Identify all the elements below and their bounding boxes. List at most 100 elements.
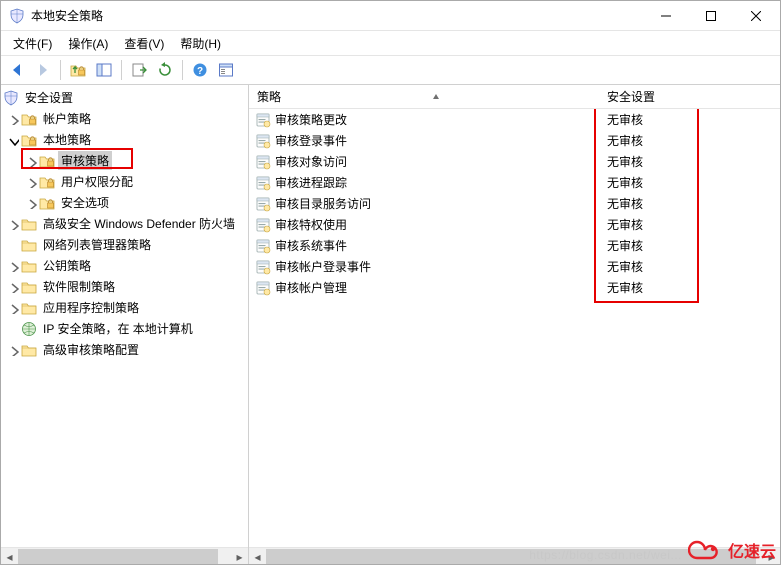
tree-item-defender-firewall[interactable]: 高级安全 Windows Defender 防火墙 — [1, 213, 248, 234]
window-frame: 本地安全策略 文件(F) 操作(A) 查看(V) 帮助(H) — [0, 0, 781, 565]
expander-icon[interactable] — [5, 258, 21, 274]
policy-icon — [255, 133, 271, 149]
expander-icon[interactable] — [5, 342, 21, 358]
tree-item-label: 公钥策略 — [40, 256, 94, 275]
list-cell-setting: 无审核 — [607, 197, 643, 211]
list-cell-setting: 无审核 — [607, 113, 643, 127]
list-row[interactable]: 审核目录服务访问 无审核 — [249, 193, 780, 214]
tree-item-label: 本地策略 — [40, 130, 94, 149]
folder-icon — [21, 342, 37, 358]
up-button[interactable] — [66, 58, 90, 82]
scrollbar-thumb[interactable] — [18, 549, 218, 564]
scroll-left-icon[interactable]: ◂ — [249, 548, 266, 565]
menu-view[interactable]: 查看(V) — [118, 33, 170, 54]
tree-item-ipsec[interactable]: IP 安全策略，在 本地计算机 — [1, 318, 248, 339]
folder-icon — [39, 174, 55, 190]
list-pane: 策略 安全设置 审核策略更改 无审核 审核登录事件 无审核 — [249, 85, 780, 564]
list-row[interactable]: 审核对象访问 无审核 — [249, 151, 780, 172]
expander-icon[interactable] — [5, 111, 21, 127]
tree-item-label: 审核策略 — [58, 151, 112, 170]
folder-icon — [21, 258, 37, 274]
tree-item-account-policies[interactable]: 帐户策略 — [1, 108, 248, 129]
sort-ascending-icon — [281, 93, 591, 101]
tree-horizontal-scrollbar[interactable]: ◂ ▸ — [1, 547, 248, 564]
list-cell-policy: 审核目录服务访问 — [275, 195, 371, 212]
list-cell-policy: 审核帐户登录事件 — [275, 258, 371, 275]
policy-icon — [255, 196, 271, 212]
list-header: 策略 安全设置 — [249, 85, 780, 109]
list-cell-setting: 无审核 — [607, 239, 643, 253]
globe-icon — [21, 321, 37, 337]
menu-action[interactable]: 操作(A) — [62, 33, 114, 54]
list-cell-setting: 无审核 — [607, 260, 643, 274]
scroll-right-icon[interactable]: ▸ — [231, 548, 248, 565]
policy-icon — [255, 112, 271, 128]
tree-view[interactable]: 安全设置 帐户策略 本地策略 — [1, 85, 248, 547]
tree-item-app-control[interactable]: 应用程序控制策略 — [1, 297, 248, 318]
list-row[interactable]: 审核特权使用 无审核 — [249, 214, 780, 235]
tree-pane: 安全设置 帐户策略 本地策略 — [1, 85, 249, 564]
expander-icon[interactable] — [5, 216, 21, 232]
tree-item-label: 网络列表管理器策略 — [40, 235, 154, 254]
expander-icon[interactable] — [23, 174, 39, 190]
list-cell-setting: 无审核 — [607, 218, 643, 232]
expander-icon[interactable] — [5, 279, 21, 295]
tree-item-network-list[interactable]: 网络列表管理器策略 — [1, 234, 248, 255]
tree-item-audit-policy[interactable]: 审核策略 — [1, 150, 248, 171]
list-row[interactable]: 审核进程跟踪 无审核 — [249, 172, 780, 193]
toolbar-separator — [60, 60, 61, 80]
watermark-url: https://blog.csdn.net/wei... — [529, 548, 682, 562]
tree-item-local-policies[interactable]: 本地策略 — [1, 129, 248, 150]
column-header-setting[interactable]: 安全设置 — [599, 88, 780, 105]
export-button[interactable] — [127, 58, 151, 82]
tree-item-security-options[interactable]: 安全选项 — [1, 192, 248, 213]
tree-item-label: IP 安全策略，在 本地计算机 — [40, 319, 196, 338]
list-row[interactable]: 审核登录事件 无审核 — [249, 130, 780, 151]
list-cell-policy: 审核登录事件 — [275, 132, 347, 149]
tree-item-software-restriction[interactable]: 软件限制策略 — [1, 276, 248, 297]
tree-item-label: 安全选项 — [58, 193, 112, 212]
show-hide-tree-button[interactable] — [92, 58, 116, 82]
expander-icon[interactable] — [5, 300, 21, 316]
list-row[interactable]: 审核策略更改 无审核 — [249, 109, 780, 130]
close-button[interactable] — [733, 1, 778, 30]
titlebar: 本地安全策略 — [1, 1, 780, 31]
tree-item-public-key[interactable]: 公钥策略 — [1, 255, 248, 276]
expander-icon[interactable] — [23, 195, 39, 211]
tree-item-label: 帐户策略 — [40, 109, 94, 128]
expander-down-icon[interactable] — [5, 132, 21, 148]
tree-item-label: 高级安全 Windows Defender 防火墙 — [40, 214, 238, 233]
toolbar-separator — [121, 60, 122, 80]
minimize-button[interactable] — [643, 1, 688, 30]
watermark-area: https://blog.csdn.net/wei... 亿速云 — [529, 538, 776, 562]
menu-help[interactable]: 帮助(H) — [174, 33, 227, 54]
expander-icon[interactable] — [23, 153, 39, 169]
list-cell-policy: 审核策略更改 — [275, 111, 347, 128]
tree-item-label: 软件限制策略 — [40, 277, 118, 296]
column-header-policy[interactable]: 策略 — [249, 88, 599, 105]
list-row[interactable]: 审核帐户管理 无审核 — [249, 277, 780, 298]
tree-item-adv-audit[interactable]: 高级审核策略配置 — [1, 339, 248, 360]
brand-text: 亿速云 — [728, 538, 776, 562]
policy-icon — [255, 217, 271, 233]
tree-item-label: 用户权限分配 — [58, 172, 136, 191]
toolbar-separator — [182, 60, 183, 80]
list-cell-setting: 无审核 — [607, 281, 643, 295]
column-header-setting-label: 安全设置 — [607, 90, 655, 104]
menu-file[interactable]: 文件(F) — [7, 33, 58, 54]
list-row[interactable]: 审核系统事件 无审核 — [249, 235, 780, 256]
list-body[interactable]: 审核策略更改 无审核 审核登录事件 无审核 审核对象访问 无审核 审核进程跟踪 … — [249, 109, 780, 547]
maximize-button[interactable] — [688, 1, 733, 30]
properties-button[interactable] — [214, 58, 238, 82]
back-button[interactable] — [5, 58, 29, 82]
menubar: 文件(F) 操作(A) 查看(V) 帮助(H) — [1, 31, 780, 55]
tree-root[interactable]: 安全设置 — [1, 87, 248, 108]
help-button[interactable]: ? — [188, 58, 212, 82]
list-cell-policy: 审核帐户管理 — [275, 279, 347, 296]
forward-button[interactable] — [31, 58, 55, 82]
scroll-left-icon[interactable]: ◂ — [1, 548, 18, 565]
shield-icon — [3, 90, 19, 106]
list-row[interactable]: 审核帐户登录事件 无审核 — [249, 256, 780, 277]
refresh-button[interactable] — [153, 58, 177, 82]
tree-item-user-rights[interactable]: 用户权限分配 — [1, 171, 248, 192]
